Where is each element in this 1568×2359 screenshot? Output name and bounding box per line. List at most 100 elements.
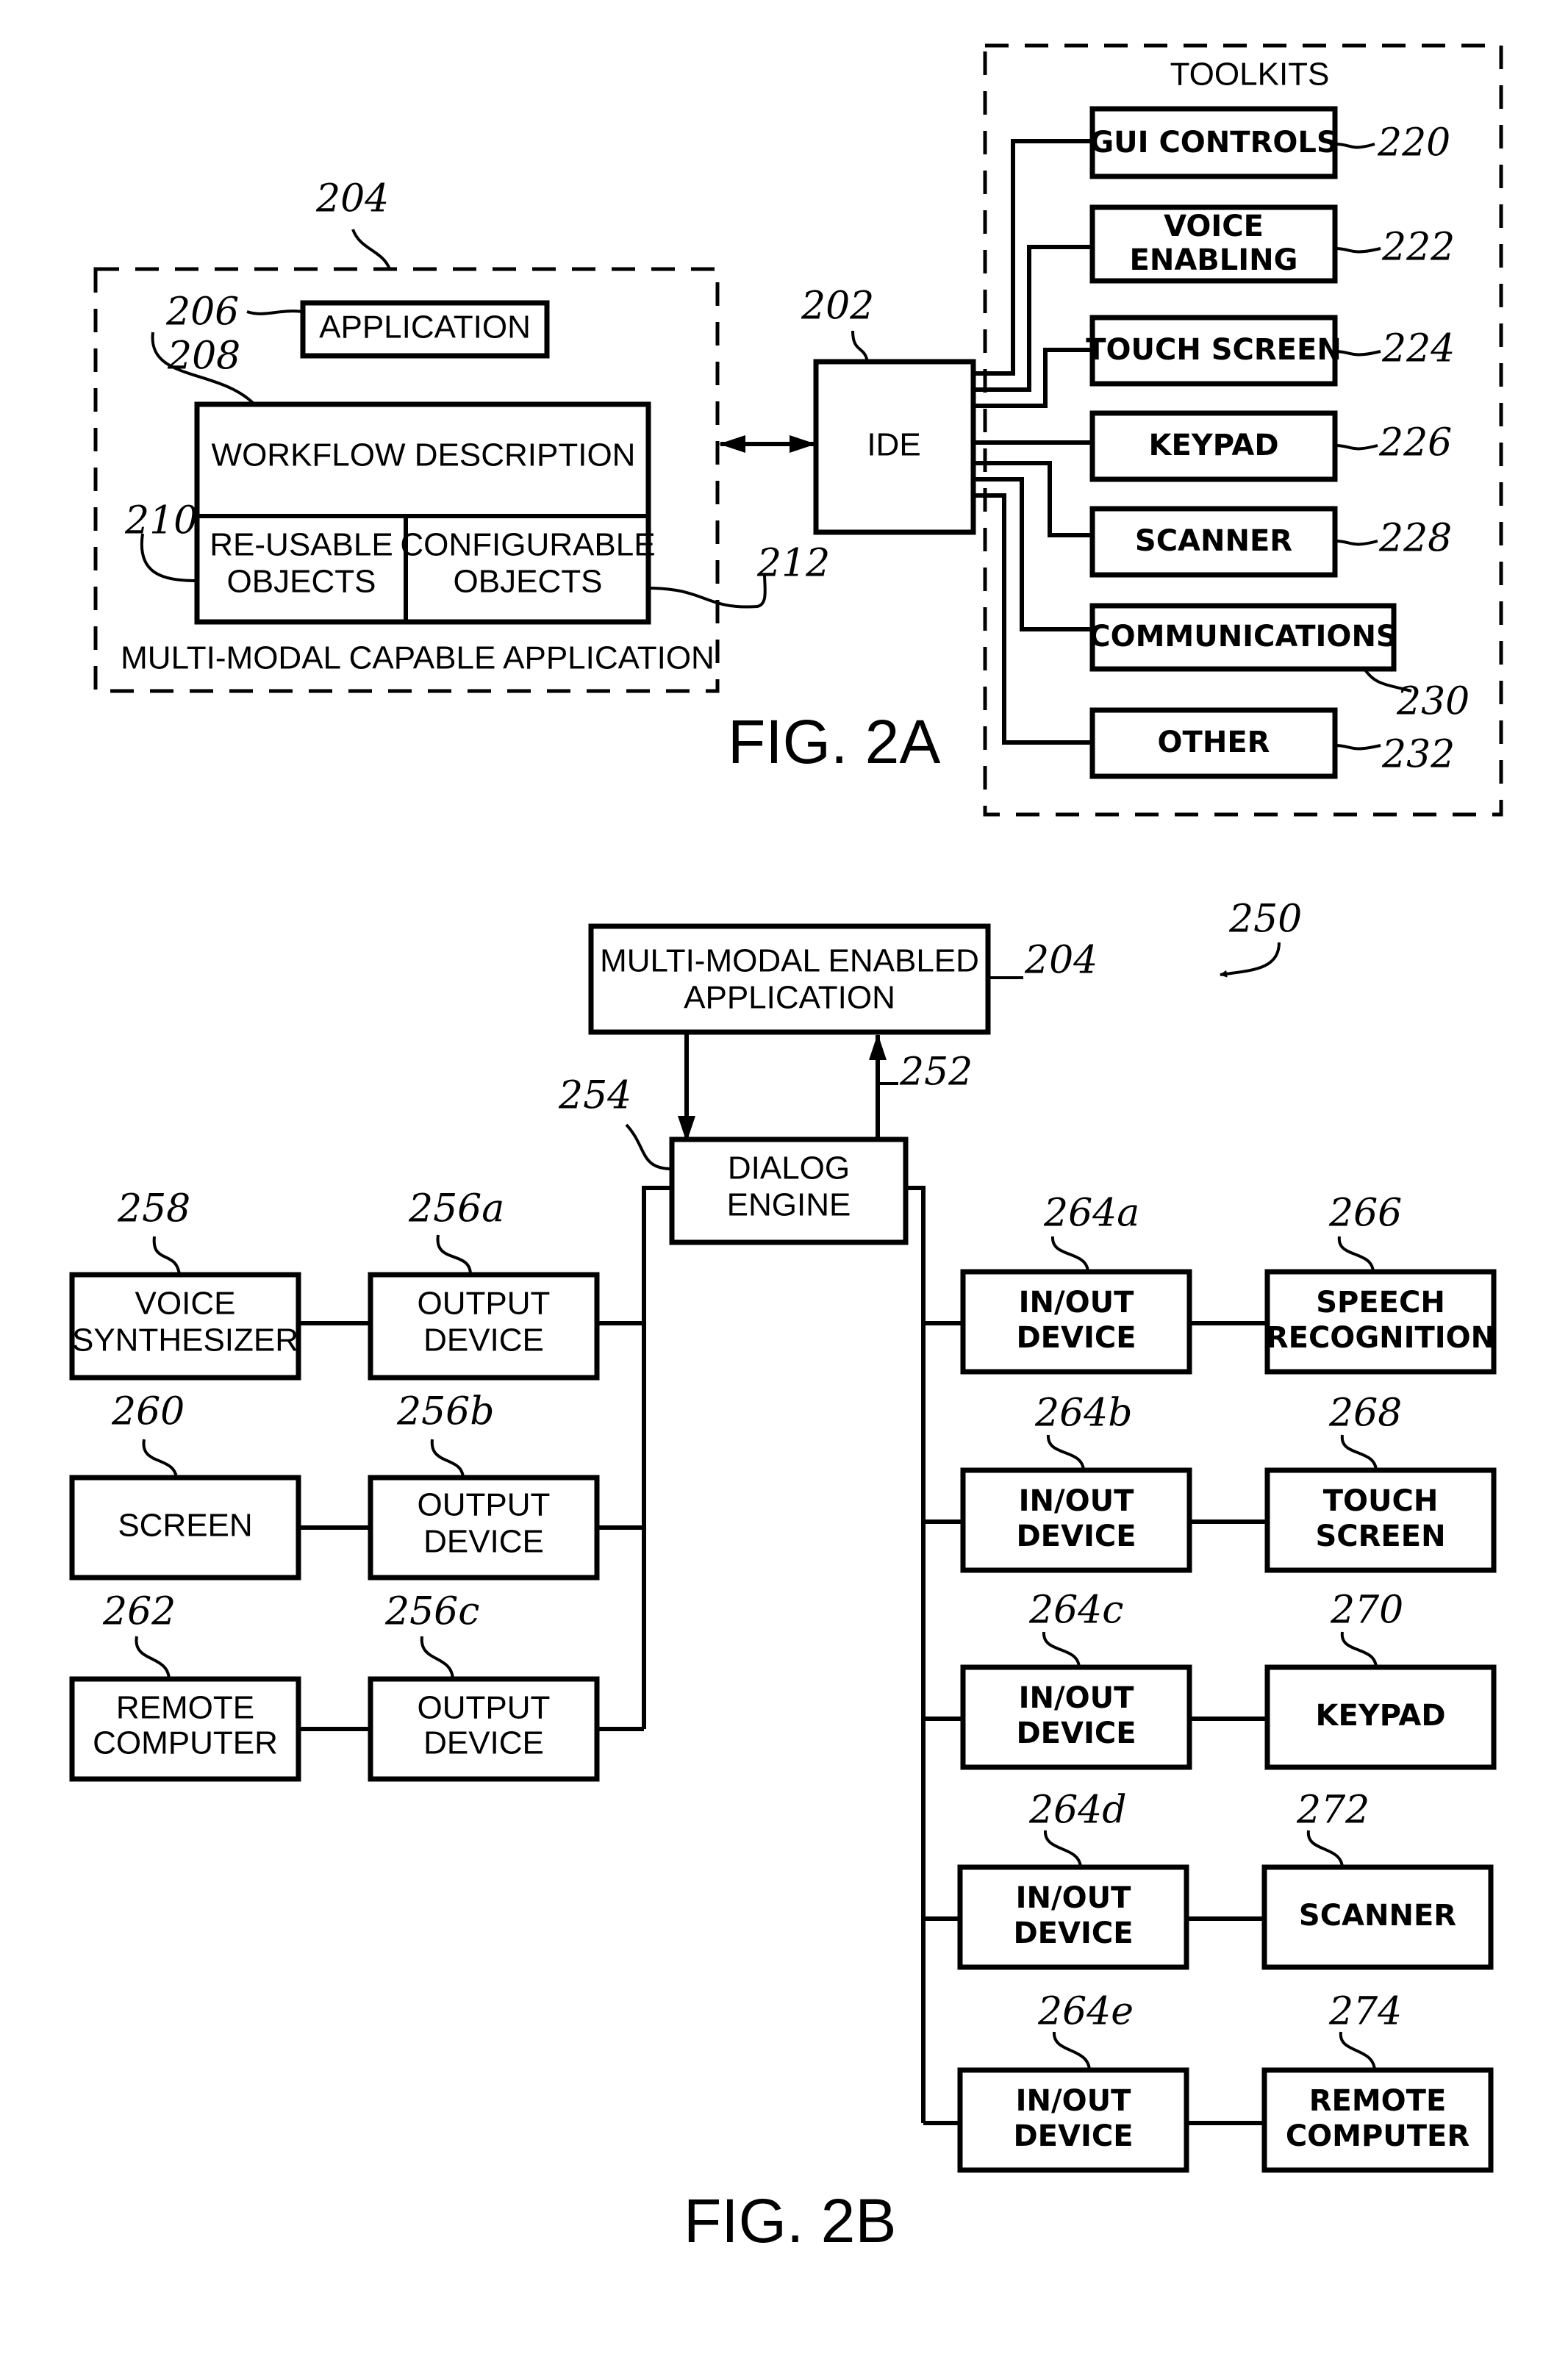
connector-touch-screen [973, 348, 1092, 408]
peer-label: SCANNER [1299, 1899, 1456, 1933]
ref-210: 210 [124, 499, 198, 543]
leader-264e [1052, 2031, 1091, 2071]
leader-254 [625, 1123, 673, 1170]
device-label-line2: DEVICE [423, 1725, 544, 1761]
multi-modal-enabled-application-box: MULTI-MODAL ENABLED APPLICATION 204 [588, 923, 1098, 1035]
peer-label-line1: REMOTE [1309, 2084, 1447, 2118]
device-label-line1: OUTPUT [418, 1286, 551, 1322]
device-label-line2: DEVICE [1016, 1321, 1136, 1355]
leader-264c [1042, 1631, 1081, 1668]
ref-228: 228 [1378, 517, 1452, 561]
configurable-objects-line1: CONFIGURABLE [400, 527, 655, 563]
dialog-engine-line2: ENGINE [727, 1187, 851, 1223]
connector-scanner [973, 461, 1092, 537]
device-label-line1: IN/OUT [1019, 1484, 1134, 1518]
toolkit-label: KEYPAD [1148, 429, 1278, 462]
leader-264a [1050, 1236, 1089, 1272]
ref-264c: 264c [1028, 1589, 1123, 1633]
device-label-line2: DEVICE [423, 1322, 544, 1359]
ref-264a: 264a [1043, 1192, 1139, 1236]
container-label: MULTI-MODAL CAPABLE APPLICATION [121, 640, 715, 676]
fig-2b: 250 MULTI-MODAL ENABLED APPLICATION 204 … [69, 898, 1497, 2255]
workflow-block: WORKFLOW DESCRIPTION 208 208 RE-USABLE O… [124, 332, 830, 625]
reusable-objects-line1: RE-USABLE [210, 527, 393, 563]
leader-232 [1334, 744, 1381, 751]
inout-row-a: IN/OUT DEVICE 264a SPEECH RECOGNITION 26… [923, 1192, 1497, 1375]
ref-208-label: 208 [167, 334, 240, 379]
leader-268 [1340, 1434, 1378, 1471]
leader-224 [1334, 350, 1381, 357]
inout-row-c: IN/OUT DEVICE 264c KEYPAD 270 [923, 1589, 1497, 1770]
leader-260 [142, 1439, 178, 1478]
peer-label-line1: VOICE [135, 1286, 236, 1322]
ref-266: 266 [1328, 1192, 1402, 1236]
configurable-objects-line2: OBJECTS [454, 564, 603, 600]
inout-row-b: IN/OUT DEVICE 264b TOUCH SCREEN 268 [923, 1392, 1497, 1573]
device-label-line2: DEVICE [1016, 1519, 1136, 1553]
ref-260: 260 [111, 1390, 185, 1434]
device-label-line2: DEVICE [423, 1524, 544, 1560]
leader-262 [135, 1636, 171, 1680]
ref-230: 230 [1396, 680, 1469, 724]
peer-label-line2: SYNTHESIZER [72, 1322, 298, 1359]
output-bus [642, 1186, 672, 1729]
peer-label-line2: RECOGNITION [1266, 1321, 1495, 1355]
device-label-line1: OUTPUT [418, 1690, 551, 1726]
connector-gui-controls [973, 139, 1092, 376]
ide-box: IDE 202 [801, 284, 976, 535]
ref-250: 250 [1228, 898, 1302, 942]
peer-label-line2: SCREEN [1315, 1519, 1445, 1553]
ref-262: 262 [102, 1590, 176, 1634]
leader-202 [851, 330, 869, 362]
ref-202: 202 [801, 284, 874, 329]
fig-2b-caption: FIG. 2B [684, 2186, 896, 2255]
app-label-line1: MULTI-MODAL ENABLED [600, 943, 979, 979]
dialog-engine-box: DIALOG ENGINE 254 [558, 1074, 909, 1245]
leader-212 [648, 573, 767, 609]
leader-264b [1046, 1434, 1085, 1471]
peer-label-line1: REMOTE [116, 1690, 254, 1726]
device-label-line2: DEVICE [1013, 2119, 1133, 2153]
toolkit-label: COMMUNICATIONS [1089, 620, 1397, 654]
ref-264d: 264d [1028, 1789, 1127, 1833]
connector-communications [973, 477, 1092, 631]
leader-266 [1337, 1236, 1375, 1272]
device-label-line1: IN/OUT [1019, 1681, 1134, 1715]
leader-264d [1043, 1830, 1082, 1868]
toolkit-keypad: KEYPAD 226 [1089, 410, 1452, 482]
device-label-line2: DEVICE [1016, 1717, 1136, 1750]
connector-voice-enabling [973, 245, 1092, 392]
leader-228 [1334, 540, 1378, 546]
ref-226: 226 [1378, 421, 1452, 465]
toolkits-title: TOOLKITS [1170, 57, 1330, 93]
leader-206 [246, 309, 304, 315]
ref-212: 212 [756, 542, 830, 586]
toolkit-label-line2: ENABLING [1130, 243, 1298, 277]
toolkit-label-line1: VOICE [1164, 210, 1264, 243]
toolkit-label: SCANNER [1135, 524, 1292, 558]
ref-268: 268 [1328, 1392, 1402, 1436]
inout-bus [906, 1186, 926, 2123]
leader-274 [1339, 2031, 1376, 2071]
output-row-c: REMOTE COMPUTER 262 OUTPUT DEVICE 256c [69, 1590, 644, 1782]
device-label-line2: DEVICE [1013, 1916, 1133, 1950]
toolkit-communications: COMMUNICATIONS 230 [1089, 603, 1469, 724]
fig-2a-caption: FIG. 2A [728, 707, 940, 776]
ref-206: 206 [165, 290, 239, 334]
ref-254: 254 [558, 1074, 631, 1118]
peer-label-line1: TOUCH [1323, 1484, 1439, 1518]
ref-274: 274 [1328, 1990, 1402, 2034]
ide-label: IDE [867, 427, 920, 463]
ref-222: 222 [1381, 226, 1455, 270]
peer-label: KEYPAD [1315, 1699, 1445, 1733]
leader-250 [1220, 942, 1281, 978]
leader-226 [1334, 444, 1378, 451]
ref-204: 204 [315, 177, 389, 221]
dialog-engine-line1: DIALOG [728, 1150, 850, 1186]
connector-other [973, 493, 1092, 745]
peer-label-line2: COMPUTER [1286, 2119, 1469, 2153]
toolkit-voice-enabling: VOICE ENABLING 222 [1089, 204, 1455, 284]
output-row-a: VOICE SYNTHESIZER 258 OUTPUT DEVICE 256a [69, 1187, 644, 1381]
output-row-b: SCREEN 260 OUTPUT DEVICE 256b [69, 1390, 644, 1581]
leader-256a-line [436, 1234, 472, 1275]
